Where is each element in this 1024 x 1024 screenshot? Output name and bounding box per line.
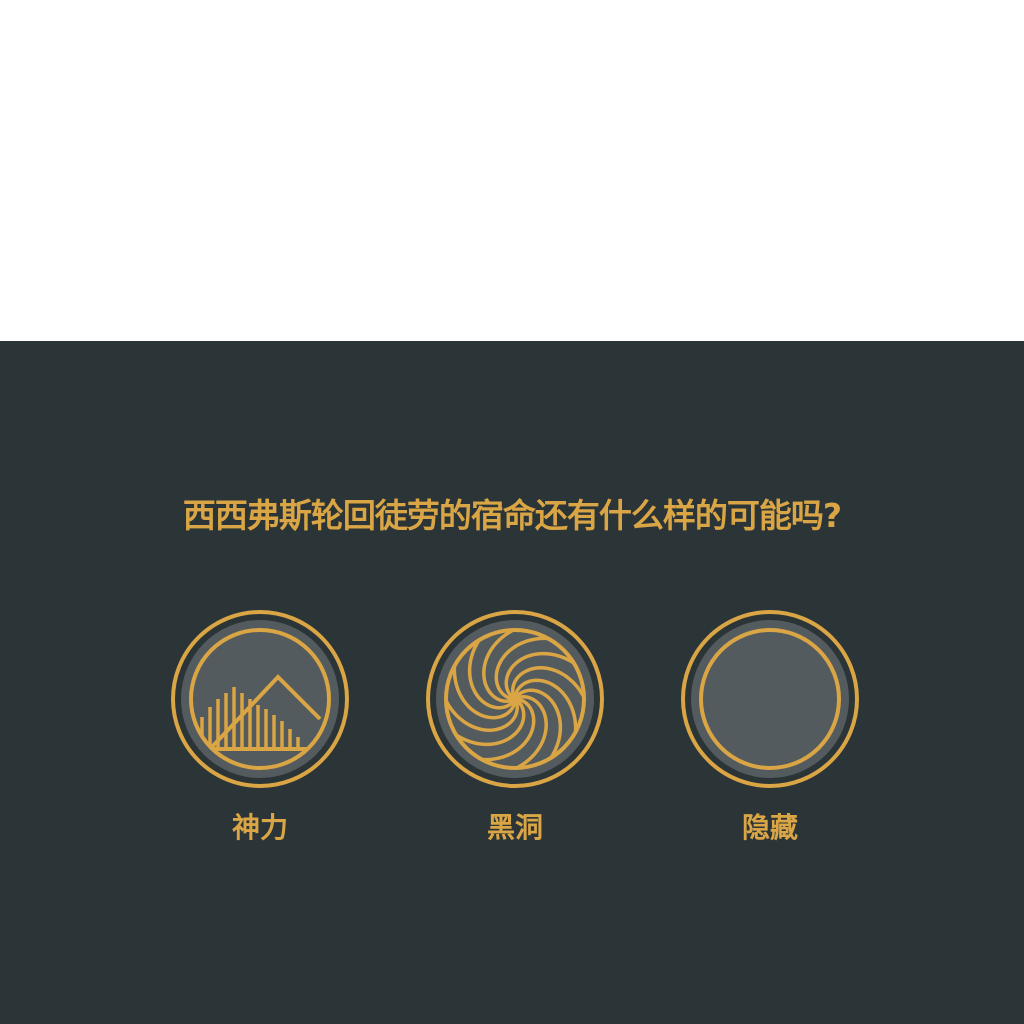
- empty-circle-icon: [681, 610, 859, 788]
- option-black-hole[interactable]: 黑洞: [425, 609, 605, 859]
- mountain-bars-icon: [171, 610, 349, 788]
- choice-panel: 西西弗斯轮回徒劳的宿命还有什么样的可能吗? 神力 黑洞 隐藏: [0, 341, 1024, 1024]
- option-hidden-label: 隐藏: [741, 811, 798, 844]
- option-black-hole-label: 黑洞: [486, 811, 543, 844]
- disc: [691, 620, 849, 778]
- option-hidden[interactable]: 隐藏: [680, 609, 860, 859]
- disc: [181, 620, 339, 778]
- question-text: 西西弗斯轮回徒劳的宿命还有什么样的可能吗?: [182, 496, 842, 535]
- option-divine-power-emblem[interactable]: [170, 609, 350, 789]
- option-divine-power-label: 神力: [231, 811, 288, 844]
- top-blank-area: [0, 0, 1024, 341]
- spiral-center: [509, 693, 521, 705]
- option-black-hole-emblem[interactable]: [425, 609, 605, 789]
- game-screen: 西西弗斯轮回徒劳的宿命还有什么样的可能吗? 神力 黑洞 隐藏: [0, 0, 1024, 1024]
- option-divine-power[interactable]: 神力: [170, 609, 350, 859]
- spiral-icon: [426, 610, 604, 788]
- option-hidden-emblem[interactable]: [680, 609, 860, 789]
